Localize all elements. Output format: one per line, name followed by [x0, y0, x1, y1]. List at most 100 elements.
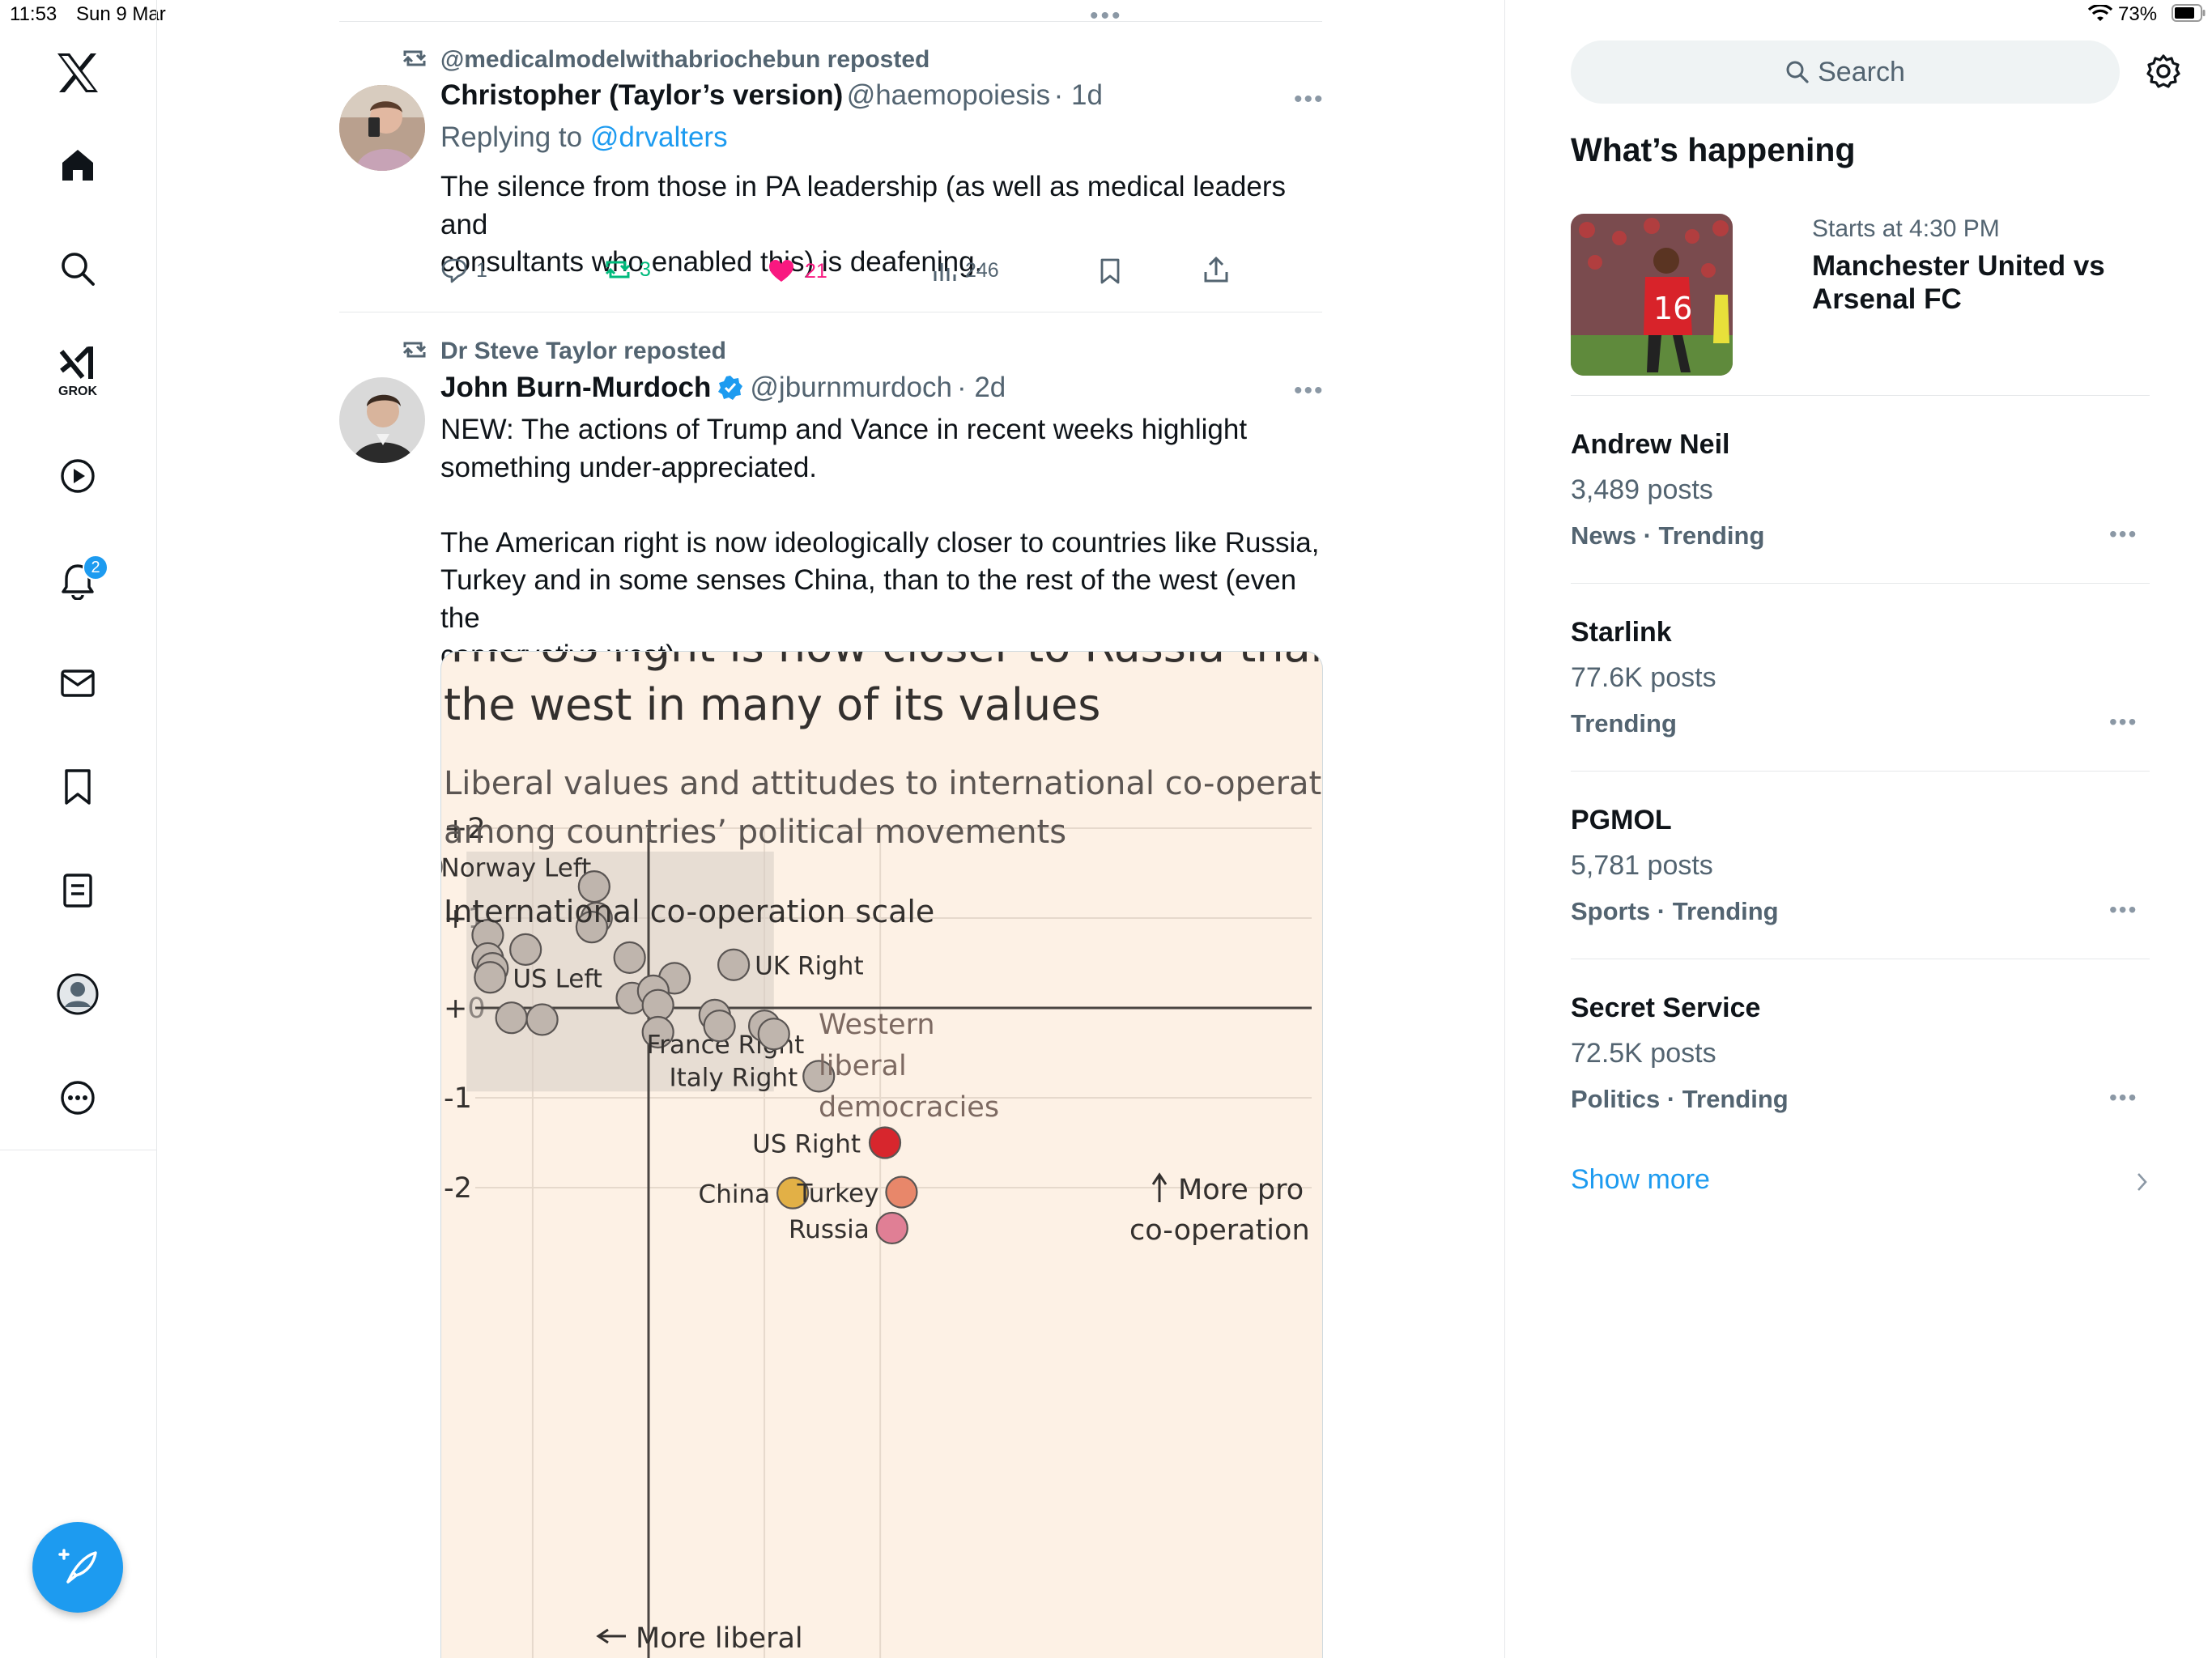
- lists-icon[interactable]: [47, 860, 108, 921]
- tweet-text-line: The American right is now ideologically …: [440, 526, 1320, 559]
- repost-icon: [605, 261, 631, 278]
- data-point: [868, 1126, 902, 1159]
- reposted-by-label[interactable]: @medicalmodelwithabriochebun reposted: [440, 46, 929, 74]
- like-count: 21: [805, 259, 827, 283]
- chart-subtitle-line: Liberal values and attitudes to internat…: [444, 765, 1323, 802]
- tweet-text-line: NEW: The actions of Trump and Vance in r…: [440, 414, 1248, 445]
- trend-post-count: 5,781 posts: [1571, 850, 1713, 881]
- reply-count: 1: [476, 258, 487, 282]
- trend-name: Secret Service: [1571, 993, 1761, 1023]
- trend-divider: [1571, 771, 2150, 772]
- search-icon: [1786, 61, 1809, 83]
- scatter-chart: +2+1+0-1-2 Norway LeftUS Left UK RightFra…: [441, 652, 1323, 1658]
- repost-small-icon: [401, 338, 428, 361]
- data-point-label: Turkey: [797, 1180, 879, 1209]
- data-point-label: China: [699, 1180, 771, 1209]
- trend-name: Andrew Neil: [1571, 429, 1730, 460]
- trend-divider: [1571, 395, 2150, 396]
- trend-post-count: 72.5K posts: [1571, 1038, 1716, 1069]
- heart-filled-icon: [769, 260, 793, 282]
- nav-sidebar: GROK 2: [0, 0, 157, 1658]
- chart-title-line: The US right is now closer to Russia tha…: [443, 652, 1323, 672]
- grok-icon: [59, 346, 93, 379]
- trend-context: News · Trending: [1571, 521, 1765, 550]
- timeline-top-divider: [339, 21, 1322, 22]
- trend-post-count: 3,489 posts: [1571, 474, 1713, 505]
- replying-to-prefix: Replying to: [440, 121, 583, 153]
- event-thumbnail: 16: [1571, 214, 1733, 376]
- trend-more-icon[interactable]: •••: [2109, 897, 2138, 923]
- messages-icon[interactable]: [47, 653, 108, 714]
- grok-nav-item[interactable]: GROK: [47, 340, 108, 402]
- views-button[interactable]: 246: [933, 259, 999, 283]
- tweet-timestamp[interactable]: · 1d: [1054, 79, 1103, 111]
- repost-button[interactable]: 3: [602, 257, 651, 282]
- bookmarks-icon[interactable]: [47, 756, 108, 818]
- tweet-display-name[interactable]: Christopher (Taylor’s version): [440, 79, 843, 111]
- reposted-by-label[interactable]: Dr Steve Taylor reposted: [440, 338, 726, 365]
- avatar[interactable]: [339, 85, 425, 171]
- data-point: [885, 1175, 918, 1209]
- chart-subtitle-line: among countries’ political movements: [444, 814, 1066, 851]
- svg-text:16: 16: [1653, 291, 1692, 326]
- x-logo-icon[interactable]: [47, 42, 108, 104]
- verified-badge-icon: [718, 376, 743, 400]
- region-label-line: democracies: [819, 1091, 999, 1124]
- annotation-line: More pro: [1178, 1174, 1304, 1206]
- data-point-label: US Right: [752, 1130, 861, 1159]
- event-title: Manchester United vs Arsenal FC: [1812, 249, 2105, 316]
- chart-y-axis-label: International co-operation scale: [444, 894, 934, 929]
- more-options-icon[interactable]: [47, 1067, 108, 1129]
- reply-button[interactable]: 1: [440, 257, 487, 283]
- annotation-line: co-operation: [1129, 1214, 1310, 1247]
- show-more-link[interactable]: Show more: [1571, 1164, 2150, 1205]
- data-point: [509, 933, 542, 966]
- chevron-right-icon: [2138, 1173, 2147, 1191]
- tweet-display-name[interactable]: John Burn-Murdoch: [440, 372, 711, 404]
- data-point-label: US Left: [513, 964, 602, 993]
- home-icon[interactable]: [47, 134, 108, 196]
- drag-handle-dots[interactable]: •••: [1090, 4, 1123, 28]
- compose-post-button[interactable]: [32, 1522, 123, 1613]
- event-title-line: Arsenal FC: [1812, 283, 1962, 315]
- tweet-handle[interactable]: @haemopoiesis: [847, 79, 1051, 111]
- trend-more-icon[interactable]: •••: [2109, 521, 2138, 547]
- tweet-text-line: [440, 487, 1331, 525]
- search-icon[interactable]: [47, 238, 108, 300]
- trend-more-icon[interactable]: •••: [2109, 709, 2138, 735]
- data-point: [703, 1010, 736, 1043]
- share-icon[interactable]: [1203, 256, 1229, 283]
- tweet-timestamp[interactable]: · 2d: [957, 372, 1006, 404]
- chart-title-line: the west in many of its values: [444, 679, 1100, 730]
- region-label-line: Western: [819, 1009, 935, 1041]
- search-placeholder: Search: [1818, 56, 1905, 87]
- tweet-handle[interactable]: @jburnmurdoch: [750, 372, 952, 404]
- settings-gear-icon[interactable]: [2146, 53, 2181, 89]
- y-tick-label: -2: [444, 1172, 472, 1205]
- tweet-more-icon[interactable]: •••: [1294, 377, 1325, 405]
- left-arrow-icon: [596, 1628, 626, 1644]
- compose-feather-icon: [58, 1549, 97, 1584]
- views-count: 246: [965, 259, 999, 282]
- trend-context: Trending: [1571, 709, 1677, 738]
- trend-more-icon[interactable]: •••: [2109, 1085, 2138, 1111]
- tweet-text-line: The silence from those in PA leadership …: [440, 171, 1287, 240]
- tweet-more-icon[interactable]: •••: [1294, 86, 1325, 113]
- region-label-line: liberal: [819, 1050, 907, 1082]
- app-window: 11:53 Sun 9 Mar 73% GROK 2 ••• @medicalm…: [0, 0, 2212, 1658]
- search-input[interactable]: Search: [1571, 40, 2120, 104]
- bookmark-icon[interactable]: [1098, 257, 1122, 285]
- tweet-text-line: something under-appreciated.: [440, 451, 818, 483]
- replying-to-link[interactable]: @drvalters: [590, 121, 728, 153]
- chart-image[interactable]: +2 +1 +0 -1 -2 Norway Left US Left UK Right Fra…: [440, 651, 1323, 1658]
- video-icon[interactable]: [47, 445, 108, 507]
- like-button[interactable]: 21: [768, 259, 827, 283]
- data-point: [875, 1211, 908, 1245]
- profile-avatar-icon[interactable]: [47, 963, 108, 1025]
- data-point: [613, 941, 646, 974]
- data-point-label: UK Right: [755, 952, 864, 981]
- grok-label: GROK: [58, 385, 97, 398]
- tweet-text: The silence from those in PA leadership …: [440, 168, 1331, 282]
- tweet-text-line: Turkey and in some senses China, than to…: [440, 564, 1297, 634]
- avatar[interactable]: [339, 377, 425, 463]
